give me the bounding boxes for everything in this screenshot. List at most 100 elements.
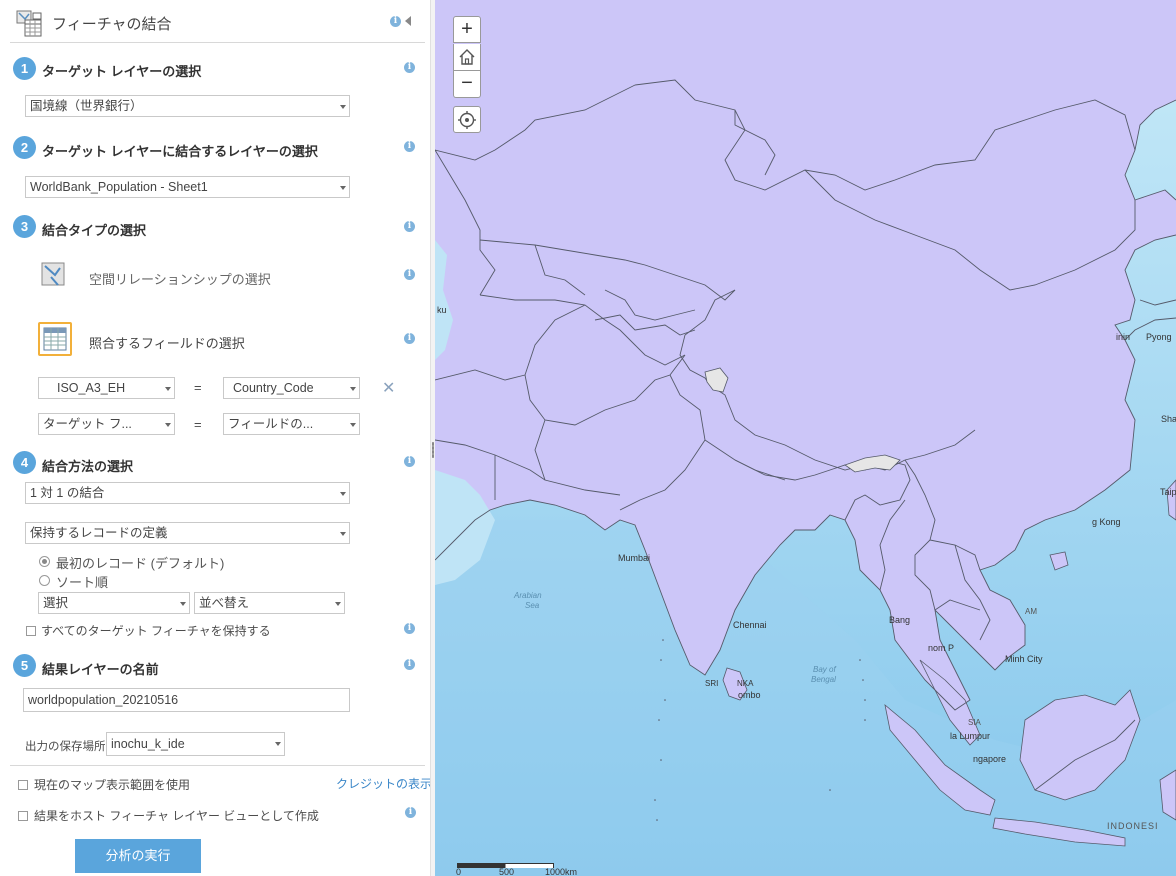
sort-field-select[interactable]: 選択: [38, 592, 190, 614]
zoom-in-label: +: [461, 18, 473, 40]
join-features-icon: [15, 9, 43, 37]
spatial-relationship-option[interactable]: 空間リレーションシップの選択: [89, 269, 271, 288]
hosted-view-checkbox[interactable]: [18, 811, 28, 821]
map-canvas[interactable]: [435, 0, 1176, 876]
join-method-select[interactable]: 1 対 1 の結合: [25, 482, 350, 504]
save-location-label: 出力の保存場所:: [25, 741, 109, 753]
result-name-value: worldpopulation_20210516: [28, 693, 179, 707]
map-label-ku: ku: [437, 305, 447, 315]
zoom-out-label: −: [461, 72, 473, 94]
join-field-select[interactable]: Country_Code: [223, 377, 360, 399]
join-field-value: Country_Code: [233, 381, 314, 395]
map-label-arabian: Arabian: [514, 591, 542, 600]
equals-sign: =: [194, 417, 202, 432]
keep-all-info-icon[interactable]: i: [404, 623, 415, 634]
step-2-info-icon[interactable]: i: [404, 141, 415, 152]
step-5-info-icon[interactable]: i: [404, 659, 415, 670]
attribute-fields-option[interactable]: 照合するフィールドの選択: [89, 333, 245, 352]
keep-all-checkbox[interactable]: [26, 626, 36, 636]
help-info-icon[interactable]: i: [390, 16, 401, 27]
map-label-shan: Shan: [1161, 414, 1176, 424]
step-4-badge: 4: [13, 451, 36, 474]
map-label-colombo: ombo: [738, 690, 761, 700]
hosted-view-label: 結果をホスト フィーチャ レイヤー ビューとして作成: [34, 809, 319, 823]
map-label-bengal: Bengal: [811, 675, 836, 684]
save-location-select[interactable]: inochu_k_ide: [106, 732, 285, 756]
step-3-label: 結合タイプの選択: [42, 223, 147, 238]
hosted-view-info-icon[interactable]: i: [405, 807, 416, 818]
collapse-arrow-icon[interactable]: [405, 16, 411, 26]
chevron-down-icon: [335, 602, 341, 606]
run-analysis-button[interactable]: 分析の実行: [75, 839, 201, 873]
map-label-am: AM: [1025, 607, 1037, 616]
join-layer-select[interactable]: WorldBank_Population - Sheet1: [25, 176, 350, 198]
map-label-indonesia: INDONESI: [1107, 821, 1159, 831]
map-label-chennai: Chennai: [733, 620, 767, 630]
chevron-down-icon: [340, 532, 346, 536]
chevron-down-icon: [180, 602, 186, 606]
keep-all-label: すべてのターゲット フィーチャを保持する: [41, 624, 271, 638]
map-label-lanka: NKA: [737, 679, 754, 688]
step-5-label: 結果レイヤーの名前: [42, 662, 159, 677]
map-view[interactable]: Mumbai Chennai Arabian Sea Bay of Bengal…: [435, 0, 1176, 876]
chevron-down-icon: [275, 742, 281, 746]
target-layer-select[interactable]: 国境線（世界銀行）: [25, 95, 350, 117]
zoom-out-button[interactable]: −: [453, 71, 481, 98]
locate-button[interactable]: [453, 106, 481, 133]
result-name-input[interactable]: worldpopulation_20210516: [23, 688, 350, 712]
records-value: 保持するレコードの定義: [30, 526, 168, 540]
step-5-badge: 5: [13, 654, 36, 677]
target-field-value: ISO_A3_EH: [57, 381, 126, 395]
chevron-down-icon: [350, 387, 356, 391]
target-layer-value: 国境線（世界銀行）: [30, 99, 143, 113]
sort-order-radio[interactable]: [39, 575, 50, 586]
credits-link[interactable]: クレジットの表示: [336, 775, 430, 792]
first-record-label: 最初のレコード (デフォルト): [56, 556, 225, 571]
target-field-select[interactable]: ISO_A3_EH: [38, 377, 175, 399]
map-label-sea: Sea: [525, 601, 540, 610]
step-2-label: ターゲット レイヤーに結合するレイヤーの選択: [42, 144, 318, 159]
map-label-minh: Minh City: [1005, 654, 1043, 664]
map-label-sri: SRI: [705, 679, 719, 688]
analysis-panel: フィーチャの結合 i 1 ターゲット レイヤーの選択 i 国境線（世界銀行） 2…: [0, 0, 430, 876]
step-3-info-icon[interactable]: i: [404, 221, 415, 232]
spatial-info-icon[interactable]: i: [404, 269, 415, 280]
zoom-in-button[interactable]: +: [453, 16, 481, 43]
locate-icon: [458, 111, 476, 129]
scale-label-500: 500: [499, 867, 515, 876]
map-label-taipei: Taipe: [1160, 487, 1176, 497]
sort-order-label: ソート順: [56, 575, 109, 590]
spatial-relationship-icon[interactable]: [41, 262, 67, 288]
first-record-radio[interactable]: [39, 556, 50, 567]
chevron-down-icon: [165, 387, 171, 391]
join-method-value: 1 対 1 の結合: [30, 486, 105, 500]
step-4-info-icon[interactable]: i: [404, 456, 415, 467]
use-extent-label: 現在のマップ表示範囲を使用: [34, 778, 191, 792]
map-label-bay: Bay of: [813, 665, 836, 674]
target-field-select-2[interactable]: ターゲット フ...: [38, 413, 175, 435]
scale-label-1000: 1000km: [545, 867, 578, 876]
sort-order-value: 並べ替え: [199, 596, 250, 610]
step-1-info-icon[interactable]: i: [404, 62, 415, 73]
map-label-lumpur: la Lumpur: [950, 731, 991, 741]
records-select[interactable]: 保持するレコードの定義: [25, 522, 350, 544]
footer-divider: [10, 765, 425, 766]
panel-title: フィーチャの結合: [52, 16, 172, 33]
fields-info-icon[interactable]: i: [404, 333, 415, 344]
chevron-down-icon: [340, 186, 346, 190]
step-1-badge: 1: [13, 57, 36, 80]
chevron-down-icon: [340, 492, 346, 496]
step-1-label: ターゲット レイヤーの選択: [42, 64, 202, 79]
home-button[interactable]: [453, 44, 481, 71]
join-field-select-2[interactable]: フィールドの...: [223, 413, 360, 435]
remove-row-icon[interactable]: ✕: [382, 378, 395, 398]
use-extent-checkbox[interactable]: [18, 780, 28, 790]
sort-order-select[interactable]: 並べ替え: [194, 592, 345, 614]
map-label-pyong: Pyong: [1146, 332, 1172, 342]
map-label-jinin: inin: [1116, 332, 1131, 342]
chevron-down-icon: [350, 423, 356, 427]
step-2-badge: 2: [13, 136, 36, 159]
map-label-hongkong: g Kong: [1092, 517, 1121, 527]
splitter-grip-icon[interactable]: [432, 442, 434, 458]
attribute-fields-icon[interactable]: [38, 322, 72, 356]
